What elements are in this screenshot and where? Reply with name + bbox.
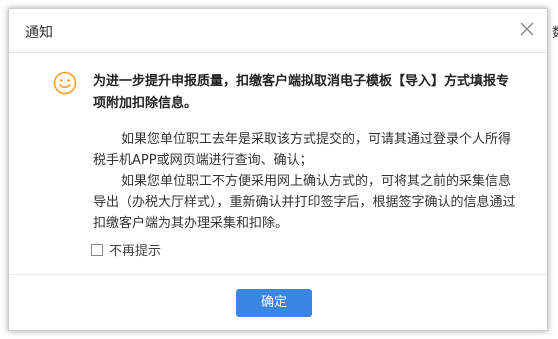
page: 数 通知 为进一步提升申报质量，扣缴客户端拟取消电子模板【导入】方式填报专 (0, 0, 558, 339)
notice-paragraph-1: 如果您单位职工去年是采取该方式提交的，可请其通过登录个人所得税手机APP或网页端… (93, 132, 512, 168)
dont-show-again-option[interactable]: 不再提示 (91, 240, 161, 259)
dont-show-again-checkbox[interactable] (91, 243, 103, 256)
dont-show-again-label: 不再提示 (109, 244, 162, 259)
notice-paragraph-2: 如果您单位职工不方便采用网上确认方式的，可将其之前的采集信息导出（办税大厅样式）… (93, 174, 516, 231)
dialog-header: 通知 (9, 9, 547, 53)
background-edge-text: 数 (552, 22, 558, 41)
notice-body: 如果您单位职工去年是采取该方式提交的，可请其通过登录个人所得税手机APP或网页端… (93, 129, 518, 234)
close-button[interactable] (517, 19, 537, 39)
notice-headline: 为进一步提升申报质量，扣缴客户端拟取消电子模板【导入】方式填报专项附加扣除信息。 (93, 74, 510, 111)
confirm-button[interactable]: 确定 (236, 289, 312, 317)
smile-icon (53, 71, 77, 95)
footer-divider (9, 274, 547, 275)
notice-dialog: 通知 为进一步提升申报质量，扣缴客户端拟取消电子模板【导入】方式填报专项附加扣除… (8, 8, 548, 331)
close-icon (520, 22, 534, 36)
dialog-title: 通知 (25, 25, 53, 41)
